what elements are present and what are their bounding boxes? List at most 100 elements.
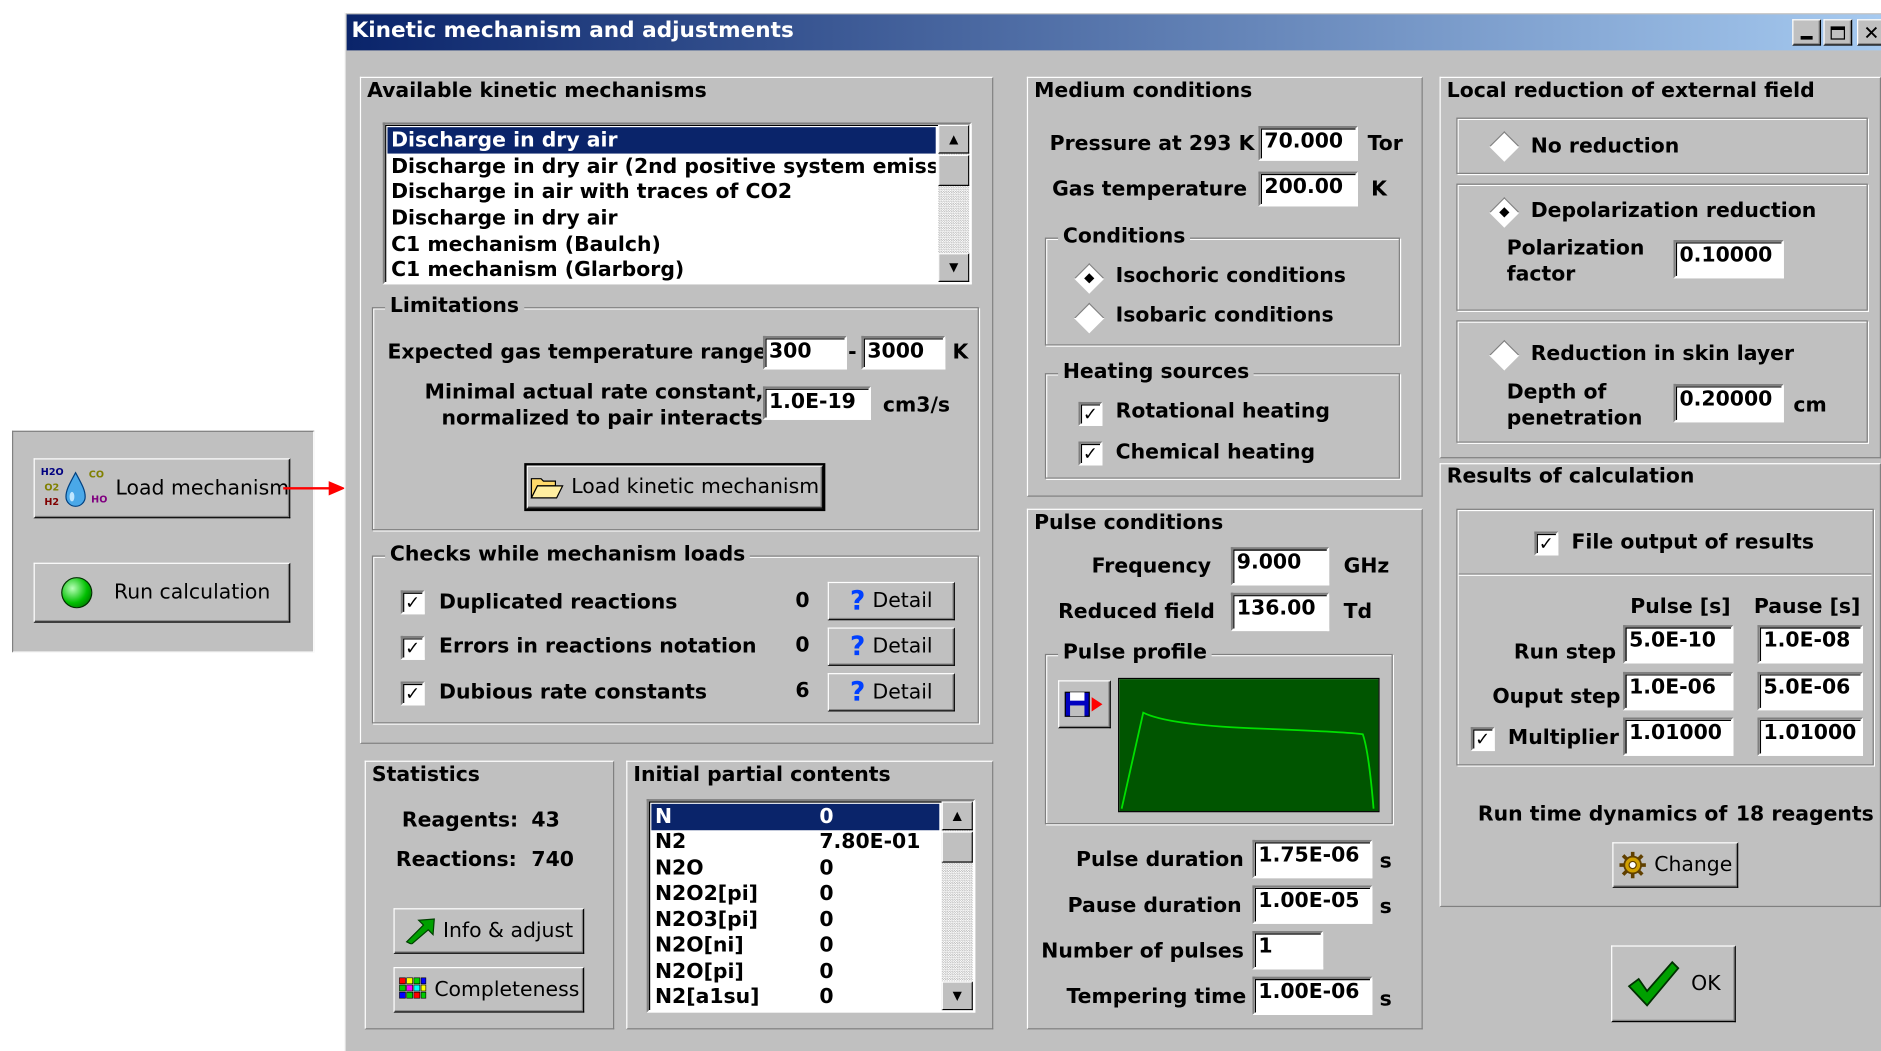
gastemp-label: Gas temperature (1052, 177, 1248, 202)
multiplier-pause-field[interactable]: 1.01000 (1757, 717, 1864, 756)
number-field[interactable]: 1 (1252, 931, 1324, 970)
scroll-up-icon[interactable]: ▲ (941, 801, 973, 831)
frequency-unit: GHz (1343, 554, 1390, 579)
scroll-up-icon[interactable]: ▲ (938, 124, 970, 154)
detail-label: Detail (872, 634, 933, 659)
info-adjust-button[interactable]: Info & adjust (393, 908, 585, 954)
reagents-label: Reagents: (401, 808, 519, 833)
profile-background (1119, 679, 1379, 812)
table-row[interactable]: N2O3[pi] 0 (651, 907, 939, 933)
gastemp-unit: K (1371, 177, 1387, 202)
scroll-thumb[interactable] (938, 154, 970, 186)
chemical-checkbox[interactable]: ✓ (1078, 441, 1103, 466)
list-item[interactable]: Discharge in dry air (387, 127, 936, 154)
save-profile-button[interactable] (1058, 680, 1111, 729)
pressure-field[interactable]: 70.000 (1258, 125, 1358, 161)
checkmark-icon (1626, 960, 1680, 1008)
temp-max-field[interactable]: 3000 (861, 335, 946, 370)
gastemp-field[interactable]: 200.00 (1258, 171, 1358, 207)
mechanisms-list[interactable]: Discharge in dry air Discharge in dry ai… (382, 122, 972, 285)
duration-field[interactable]: 1.75E-06 (1252, 839, 1373, 879)
change-button[interactable]: Change (1612, 842, 1739, 888)
run-calculation-button[interactable]: Run calculation (33, 562, 291, 623)
depth-field[interactable]: 0.20000 (1673, 383, 1784, 423)
rotational-checkbox[interactable]: ✓ (1078, 401, 1103, 426)
table-row[interactable]: N2O 0 (651, 855, 939, 881)
dubious-checkbox[interactable]: ✓ (400, 681, 425, 706)
multiplier-pulse-field[interactable]: 1.01000 (1623, 717, 1734, 756)
temp-unit: K (952, 340, 969, 365)
table-row[interactable]: N2[a1su] 0 (651, 984, 939, 1010)
duplicated-checkbox[interactable]: ✓ (400, 590, 425, 615)
range-dash: - (848, 340, 857, 365)
table-row[interactable]: N2O[ni] 0 (651, 932, 939, 958)
scroll-thumb[interactable] (941, 831, 973, 863)
rate-field[interactable]: 1.0E-19 (762, 386, 871, 420)
ok-label: OK (1691, 971, 1721, 996)
mechanisms-scrollbar[interactable]: ▲ ▼ (938, 124, 970, 282)
species-name: N2 (654, 830, 687, 855)
completeness-button[interactable]: Completeness (393, 967, 585, 1013)
output-step-pulse-field[interactable]: 1.0E-06 (1623, 671, 1734, 711)
conditions-title: Conditions (1058, 224, 1191, 249)
frequency-field[interactable]: 9.000 (1230, 547, 1330, 586)
pause-field[interactable]: 1.00E-05 (1252, 885, 1373, 924)
load-mechanism-label: Load mechanism (115, 476, 290, 501)
scroll-down-icon[interactable]: ▼ (938, 253, 970, 282)
minimize-button[interactable] (1792, 19, 1822, 46)
dubious-detail-button[interactable]: ? Detail (827, 673, 955, 712)
species-value: 0 (819, 856, 834, 881)
species-name: N (654, 805, 673, 830)
rate-label-line2: normalized to pair interacts (441, 406, 763, 431)
molecules-drop-icon: H2O CO O2 H2 HO (40, 466, 108, 508)
species-name: N2O[pi] (654, 959, 744, 984)
rate-unit: cm3/s (882, 393, 951, 418)
species-value: 0 (819, 959, 834, 984)
contents-scrollbar[interactable]: ▲ ▼ (941, 801, 973, 1011)
run-step-pulse-field[interactable]: 5.0E-10 (1623, 625, 1734, 664)
folder-open-icon (530, 474, 564, 500)
close-button[interactable]: ✕ (1857, 19, 1881, 46)
table-row[interactable]: N2 7.80E-01 (651, 829, 939, 855)
run-step-pause-field[interactable]: 1.0E-08 (1757, 625, 1864, 664)
load-kinetic-mechanism-button[interactable]: Load kinetic mechanism (524, 463, 826, 512)
polarization-label-line2: factor (1506, 262, 1576, 287)
list-item[interactable]: Discharge in dry air (387, 205, 935, 231)
initial-contents-title: Initial partial contents (633, 763, 891, 788)
minimize-icon (1800, 35, 1813, 40)
table-row[interactable]: N2O2[pi] 0 (651, 881, 939, 907)
species-name: N2O2[pi] (654, 881, 759, 906)
reactions-label: Reactions: (395, 848, 517, 873)
species-name: N2O3[pi] (654, 908, 759, 933)
multiplier-checkbox[interactable]: ✓ (1470, 727, 1495, 752)
species-name: N2O[ni] (654, 933, 744, 958)
depth-label-line1: Depth of (1506, 380, 1607, 405)
load-mechanism-button[interactable]: H2O CO O2 H2 HO Load mechanism (33, 458, 291, 519)
help-icon: ? (850, 586, 866, 617)
polarization-field[interactable]: 0.10000 (1673, 239, 1784, 279)
species-value: 0 (819, 933, 834, 958)
change-label: Change (1654, 853, 1733, 878)
list-item[interactable]: C1 mechanism (Baulch) (387, 232, 935, 258)
errors-checkbox[interactable]: ✓ (400, 635, 425, 660)
output-step-pause-field[interactable]: 5.0E-06 (1757, 671, 1864, 711)
table-row[interactable]: N2O[pi] 0 (651, 959, 939, 985)
temper-field[interactable]: 1.00E-06 (1252, 976, 1373, 1016)
table-row[interactable]: N0 (651, 803, 940, 831)
initial-contents-list[interactable]: N0 N2 7.80E-01 N2O 0 N2O2[pi] 0 N2O3[pi] 0 N… (646, 799, 976, 1013)
maximize-button[interactable] (1823, 19, 1853, 46)
duplicated-detail-button[interactable]: ? Detail (827, 581, 955, 621)
temp-min-field[interactable]: 300 (762, 335, 847, 370)
errors-detail-button[interactable]: ? Detail (827, 627, 955, 666)
ok-button[interactable]: OK (1611, 945, 1736, 1023)
no-reduction-label: No reduction (1530, 134, 1680, 159)
scroll-down-icon[interactable]: ▼ (941, 981, 973, 1011)
list-item[interactable]: Discharge in air with traces of CO2 (387, 179, 935, 205)
species-value: 0 (819, 985, 834, 1010)
field-field[interactable]: 136.00 (1230, 592, 1330, 632)
isobaric-label: Isobaric conditions (1115, 303, 1334, 328)
list-item[interactable]: Discharge in dry air (2nd positive syste… (387, 154, 936, 180)
duplicated-count: 0 (795, 589, 810, 614)
file-output-checkbox[interactable]: ✓ (1534, 531, 1559, 556)
list-item[interactable]: C1 mechanism (Glarborg) (387, 257, 935, 282)
